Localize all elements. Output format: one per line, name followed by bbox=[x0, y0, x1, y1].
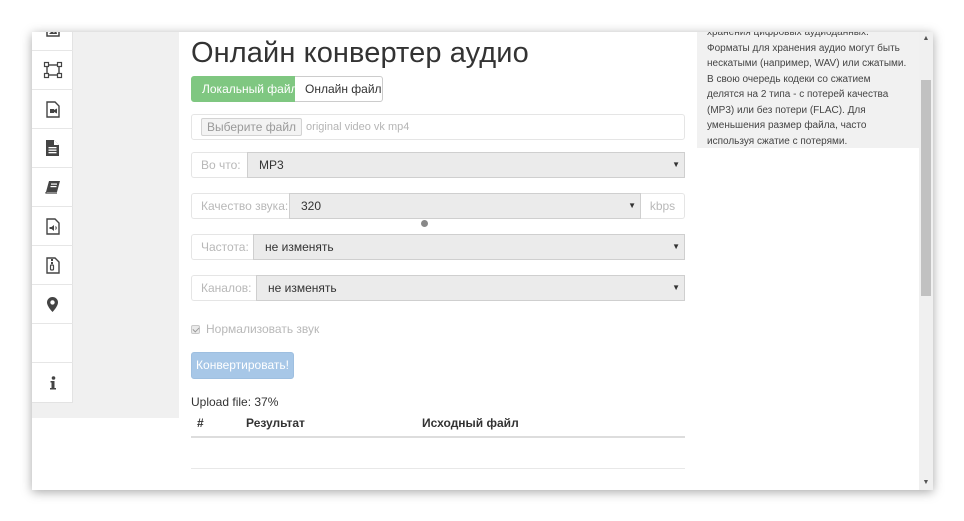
frequency-row: Частота: не изменять ▼ bbox=[191, 234, 685, 260]
document-icon bbox=[46, 140, 59, 156]
browser-viewport: Онлайн конвертер аудио Локальный файл Он… bbox=[32, 32, 933, 490]
sidebar-item-ebook[interactable] bbox=[32, 168, 73, 207]
format-value: MP3 bbox=[259, 158, 284, 172]
sidebar-item-info[interactable] bbox=[32, 363, 73, 402]
archive-file-icon bbox=[45, 256, 60, 274]
format-label: Во что: bbox=[191, 152, 247, 178]
channels-label: Каналов: bbox=[191, 275, 256, 301]
crop-icon bbox=[43, 61, 62, 79]
convert-button[interactable]: Конвертировать! bbox=[191, 352, 294, 379]
sidebar-item-image[interactable] bbox=[32, 32, 73, 51]
column-source-file: Исходный файл bbox=[422, 416, 519, 430]
audio-file-icon bbox=[45, 217, 60, 235]
upload-status: Upload file: 37% bbox=[191, 395, 279, 409]
quality-row: Качество звука: 320 ▼ kbps bbox=[191, 193, 685, 219]
results-table-header: # Результат Исходный файл bbox=[191, 413, 685, 438]
format-select[interactable]: MP3 ▼ bbox=[247, 152, 685, 178]
selected-file-name: original video vk mp4 bbox=[306, 121, 410, 133]
normalize-label: Нормализовать звук bbox=[206, 322, 320, 336]
frequency-select[interactable]: не изменять ▼ bbox=[253, 234, 685, 260]
quality-unit: kbps bbox=[641, 193, 685, 219]
sidebar-item-location[interactable] bbox=[32, 285, 73, 324]
column-number: # bbox=[197, 416, 204, 430]
scroll-up-icon[interactable]: ▲ bbox=[919, 32, 933, 46]
scroll-down-icon[interactable]: ▼ bbox=[919, 476, 933, 490]
location-pin-icon bbox=[47, 296, 58, 312]
scrollbar-thumb[interactable] bbox=[921, 80, 931, 296]
info-icon bbox=[49, 375, 56, 389]
choose-file-button[interactable]: Выберите файл bbox=[201, 118, 303, 136]
scrollbar[interactable]: ▲ ▼ bbox=[919, 32, 933, 490]
loading-spinner bbox=[421, 220, 428, 227]
sidebar-item-crop[interactable] bbox=[32, 51, 73, 90]
frequency-value: не изменять bbox=[265, 240, 334, 254]
normalize-checkbox[interactable] bbox=[191, 324, 200, 334]
quality-value: 320 bbox=[301, 199, 322, 213]
sidebar-item-document[interactable] bbox=[32, 129, 73, 168]
info-text: хранения цифровых аудиоданных. Форматы д… bbox=[707, 32, 907, 147]
sidebar-item-video[interactable] bbox=[32, 90, 73, 129]
sidebar-item-empty bbox=[32, 324, 73, 363]
chevron-down-icon: ▼ bbox=[672, 160, 680, 169]
info-panel: хранения цифровых аудиоданных. Форматы д… bbox=[697, 32, 919, 148]
ebook-icon bbox=[44, 181, 60, 194]
sidebar-item-audio[interactable] bbox=[32, 207, 73, 246]
channels-value: не изменять bbox=[268, 281, 337, 295]
video-file-icon bbox=[45, 100, 60, 118]
chevron-down-icon: ▼ bbox=[628, 201, 636, 210]
sidebar-item-archive[interactable] bbox=[32, 246, 73, 285]
page-title: Онлайн конвертер аудио bbox=[191, 37, 529, 69]
format-row: Во что: MP3 ▼ bbox=[191, 152, 685, 178]
column-result: Результат bbox=[246, 416, 305, 430]
channels-row: Каналов: не изменять ▼ bbox=[191, 275, 685, 301]
image-icon bbox=[45, 32, 60, 37]
chevron-down-icon: ▼ bbox=[672, 242, 680, 251]
tab-online-file[interactable]: Онлайн файл bbox=[295, 76, 383, 102]
category-sidebar bbox=[32, 32, 73, 403]
quality-select[interactable]: 320 ▼ bbox=[289, 193, 641, 219]
frequency-label: Частота: bbox=[191, 234, 253, 260]
source-tabs: Локальный файл Онлайн файл bbox=[191, 76, 383, 102]
file-input: Выберите файл original video vk mp4 bbox=[191, 114, 685, 140]
quality-label: Качество звука: bbox=[191, 193, 289, 219]
tab-local-file[interactable]: Локальный файл bbox=[191, 76, 298, 102]
chevron-down-icon: ▼ bbox=[672, 283, 680, 292]
normalize-option[interactable]: Нормализовать звук bbox=[191, 322, 319, 336]
channels-select[interactable]: не изменять ▼ bbox=[256, 275, 685, 301]
table-divider bbox=[191, 468, 685, 469]
